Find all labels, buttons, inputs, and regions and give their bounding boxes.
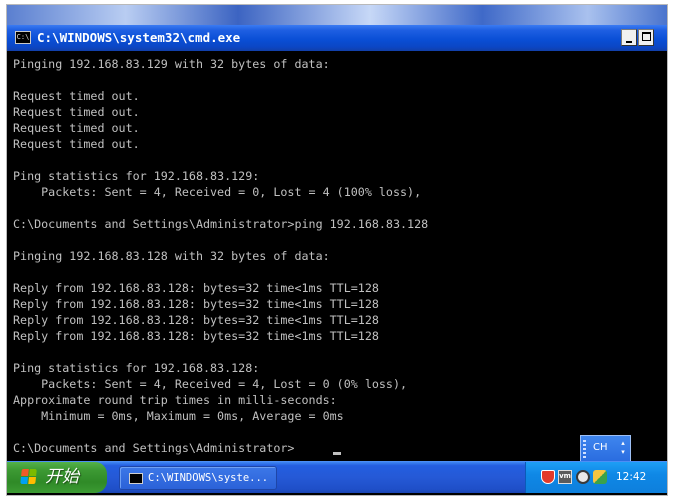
vm-icon[interactable]: vm — [558, 470, 572, 484]
text-cursor — [333, 452, 341, 455]
console-line: Reply from 192.168.83.128: bytes=32 time… — [13, 329, 379, 343]
console-line: C:\Documents and Settings\Administrator> — [13, 441, 295, 455]
window-title: C:\WINDOWS\system32\cmd.exe — [37, 30, 241, 45]
taskbar-button-cmd[interactable]: C:\WINDOWS\syste... — [119, 466, 277, 490]
console-line: Reply from 192.168.83.128: bytes=32 time… — [13, 313, 379, 327]
console-line: Approximate round trip times in milli-se… — [13, 393, 337, 407]
language-bar-grip[interactable] — [583, 440, 586, 458]
minimize-button[interactable] — [621, 29, 637, 46]
console-line: C:\Documents and Settings\Administrator>… — [13, 217, 429, 231]
network-icon[interactable] — [576, 470, 590, 484]
console-line: Request timed out. — [13, 89, 140, 103]
desktop-wallpaper — [7, 5, 667, 25]
screen-frame: C:\ C:\WINDOWS\system32\cmd.exe Pinging … — [6, 4, 668, 496]
console-line: Request timed out. — [13, 121, 140, 135]
console-line: Reply from 192.168.83.128: bytes=32 time… — [13, 297, 379, 311]
start-label: 开始 — [45, 467, 79, 487]
console-line: Request timed out. — [13, 137, 140, 151]
desktop: C:\ C:\WINDOWS\system32\cmd.exe Pinging … — [0, 0, 674, 501]
maximize-icon — [642, 32, 651, 41]
console-line: Packets: Sent = 4, Received = 0, Lost = … — [13, 185, 422, 199]
language-bar[interactable]: CH ▴ ▾ — [580, 435, 631, 462]
clock[interactable]: 12:42 — [616, 470, 646, 484]
console-line: Ping statistics for 192.168.83.129: — [13, 169, 260, 183]
input-language-label[interactable]: CH — [593, 442, 608, 453]
taskbar-button-label: C:\WINDOWS\syste... — [148, 472, 269, 484]
console-line: Minimum = 0ms, Maximum = 0ms, Average = … — [13, 409, 344, 423]
maximize-button[interactable] — [638, 29, 654, 46]
taskbar: 开始 C:\WINDOWS\syste... vm 12:42 — [7, 461, 667, 493]
console-line: Packets: Sent = 4, Received = 4, Lost = … — [13, 377, 408, 391]
cmd-window-title-bar[interactable]: C:\ C:\WINDOWS\system32\cmd.exe — [7, 25, 667, 51]
console-line: Reply from 192.168.83.128: bytes=32 time… — [13, 281, 379, 295]
shield-icon[interactable] — [541, 470, 555, 484]
console-line: Pinging 192.168.83.128 with 32 bytes of … — [13, 249, 330, 263]
system-tray: vm 12:42 — [525, 462, 667, 493]
console-line: Request timed out. — [13, 105, 140, 119]
windows-logo-icon — [20, 469, 38, 485]
minimize-icon — [626, 41, 632, 43]
language-options-icon[interactable]: ▴ ▾ — [619, 439, 627, 458]
start-button[interactable]: 开始 — [7, 462, 107, 493]
console-line: Ping statistics for 192.168.83.128: — [13, 361, 260, 375]
cmd-icon — [129, 473, 143, 484]
console-line: Pinging 192.168.83.129 with 32 bytes of … — [13, 57, 330, 71]
cmd-icon: C:\ — [15, 31, 31, 44]
console-output-area[interactable]: Pinging 192.168.83.129 with 32 bytes of … — [7, 51, 667, 461]
security-icon[interactable] — [593, 470, 607, 484]
console-text: Pinging 192.168.83.129 with 32 bytes of … — [13, 56, 428, 456]
